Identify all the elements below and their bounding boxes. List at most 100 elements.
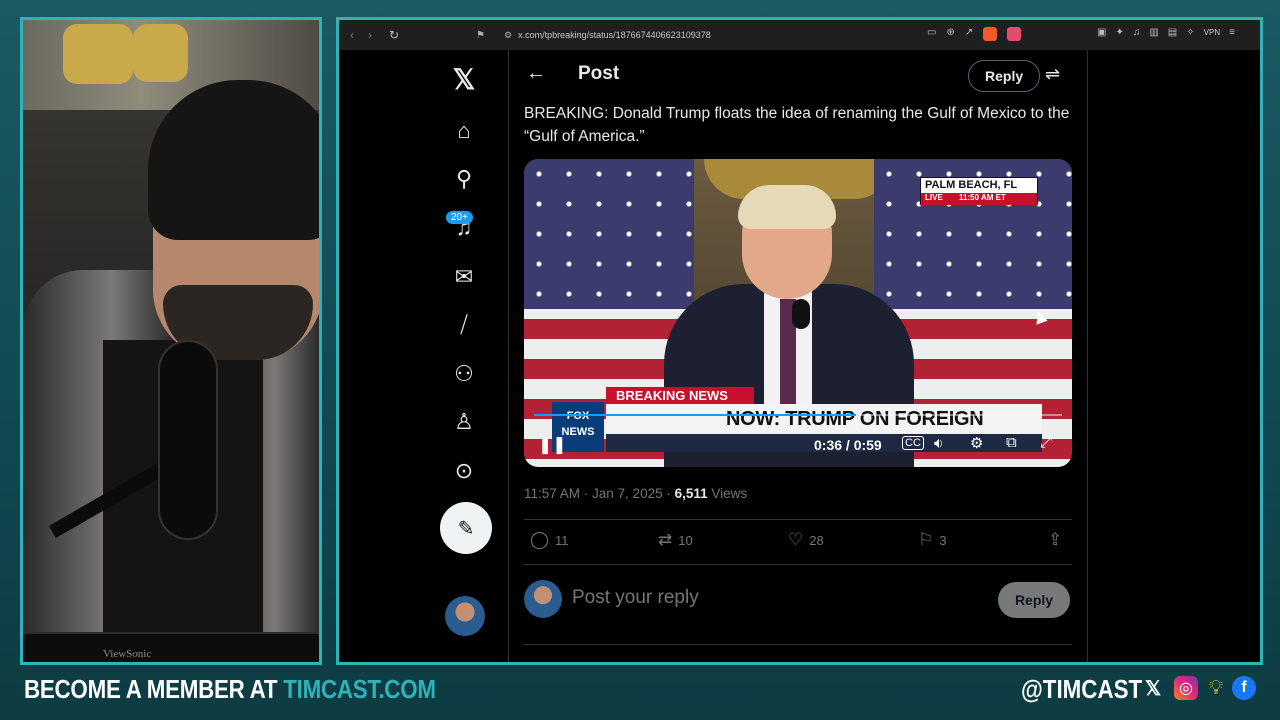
reply-button[interactable]: Reply [998,582,1070,618]
reply-composer: Reply [524,578,1072,622]
lightbulb-icon: 💡︎ [1209,676,1223,699]
video-progress-bar[interactable] [534,414,1062,416]
tweet-actions: ◯ 11 ⇄ 10 ♡ 28 ⚐ 3 ⇪ [524,520,1072,562]
bookmark-icon[interactable]: ⚑ [476,30,485,41]
post-header: ← Post Reply ⇌ [510,50,1088,100]
share-action[interactable]: ⇪ [1048,530,1062,550]
url-tools: ▭ ⊕ ↗ [927,27,1022,41]
views-label: Views [707,486,748,501]
video-time: 0:36 / 0:59 [814,437,882,453]
search-icon[interactable]: ⚲ [449,164,479,194]
tweet-text: BREAKING: Donald Trump floats the idea o… [524,105,1070,145]
cast-icon[interactable]: ▭ [927,27,936,41]
banner-prefix: BECOME A MEMBER AT [24,674,284,704]
reply-count: 11 [555,532,569,548]
video-player[interactable]: PALM BEACH, FL LIVE 11:50 AM ET BREAKING… [524,159,1072,467]
messages-icon[interactable]: ✉ [449,262,479,292]
bookmark-count: 3 [939,532,947,548]
handle-text: @TIMCAST [1021,674,1143,704]
like-action[interactable]: ♡ 28 [788,530,824,550]
repost-action[interactable]: ⇄ 10 [658,530,693,550]
webcam-feed: ViewSonic [20,17,322,665]
account-avatar[interactable] [445,596,485,636]
tweet-meta: 11:57 AM · Jan 7, 2025 · 6,511 Views [524,486,747,501]
pause-icon[interactable]: ❚❚ [538,435,567,455]
video-progress-fill [534,414,857,416]
extensions-bar: ▣ ✦ ♫ ▥ ▤ ✧ VPN ≡ [1097,27,1235,38]
brave-shields-icon[interactable] [983,27,998,41]
tweet-timestamp[interactable]: 11:57 AM · Jan 7, 2025 · [524,486,675,501]
sidebar-icon[interactable]: ▥ [1149,27,1158,38]
reply-action[interactable]: ◯ 11 [530,530,569,550]
vpn-button[interactable]: VPN [1204,28,1220,37]
captions-icon[interactable]: CC [902,436,924,450]
member-banner: BECOME A MEMBER AT TIMCAST.COM [24,674,436,705]
share-icon: ⇪ [1048,530,1063,549]
reload-icon[interactable]: ↻ [385,28,403,42]
x-sidebar: 𝕏 ⌂ ⚲ ♫ 20+ ✉ ⧸ ⚇ ♙ ⊙ ✎ [339,50,509,662]
puzzle-icon[interactable]: ✦ [1115,27,1123,38]
like-count: 28 [809,532,824,548]
views-count: 6,511 [674,486,708,501]
compose-post-icon[interactable]: ✎ [440,502,492,554]
more-icon[interactable]: ⊙ [449,456,479,486]
communities-icon[interactable]: ⚇ [449,359,479,389]
live-strip: LIVE 11:50 AM ET [921,193,1037,205]
live-time: 11:50 AM ET [959,193,1006,202]
forward-icon[interactable]: › [361,28,379,42]
location-text: PALM BEACH, FL [925,179,1018,191]
monitor [23,632,319,662]
bookmark-action[interactable]: ⚐ 3 [918,530,946,550]
browser-toolbar: ‹ › ↻ ⚑ ⚙ x.com/tpbreaking/status/187667… [339,20,1260,50]
page-title: Post [578,63,620,84]
profile-icon[interactable]: ♙ [449,407,479,437]
x-social-icon: 𝕏 [1144,677,1162,700]
settings-icon[interactable]: ⚙ [970,434,983,452]
popout-icon[interactable]: ⧉ [1006,434,1017,451]
reply-input[interactable] [572,587,932,609]
podium-mic [792,299,810,329]
divider [524,564,1072,565]
x-logo-icon[interactable]: 𝕏 [449,64,479,95]
divider [524,644,1072,645]
live-label: LIVE [925,193,943,202]
share-icon[interactable]: ↗ [965,27,973,41]
sliders-icon[interactable]: ⇌ [1045,64,1060,85]
browser-window: ‹ › ↻ ⚑ ⚙ x.com/tpbreaking/status/187667… [336,17,1263,665]
microphone [158,340,218,540]
heart-icon: ♡ [788,530,804,549]
repost-count: 10 [678,532,693,548]
fullscreen-icon[interactable]: ⤢ [1040,434,1052,451]
reply-icon: ◯ [530,530,550,549]
speaker-hair [738,185,836,229]
wallet-icon[interactable]: ▤ [1168,27,1177,38]
bookmark-icon: ⚐ [918,530,934,549]
sneaker [133,24,188,82]
back-arrow-icon[interactable]: ← [526,62,546,85]
banner-site: TIMCAST.COM [283,674,436,704]
leo-icon[interactable]: ✧ [1186,27,1194,38]
brave-rewards-icon[interactable] [1007,27,1022,41]
instagram-icon: ◎ [1174,676,1198,700]
video-controls: ❚❚ 0:36 / 0:59 CC 🔉︎ ⚙ ⧉ ⤢ [524,429,1072,461]
home-icon[interactable]: ⌂ [449,116,479,146]
volume-icon[interactable]: 🔉︎ [934,435,943,452]
notifications-badge: 20+ [446,211,473,224]
reply-header-button[interactable]: Reply [968,60,1041,92]
zoom-icon[interactable]: ⊕ [946,27,954,41]
x-page: 𝕏 ⌂ ⚲ ♫ 20+ ✉ ⧸ ⚇ ♙ ⊙ ✎ ← Post Reply ⇌ B… [339,50,1260,662]
grok-icon[interactable]: ⧸ [449,310,479,340]
music-icon[interactable]: ♫ [1133,27,1141,38]
monitor-brand: ViewSonic [103,648,152,660]
sneaker [63,24,133,84]
facebook-icon: f [1232,676,1256,700]
avatar [524,580,562,618]
repost-icon: ⇄ [658,530,673,549]
extension-b-icon[interactable]: ▣ [1097,27,1106,38]
address-bar[interactable]: ⚑ ⚙ x.com/tpbreaking/status/187667440662… [476,24,914,46]
url-text: x.com/tpbreaking/status/1876674406623109… [518,30,711,40]
menu-icon[interactable]: ≡ [1229,27,1235,38]
breaking-news-tag: BREAKING NEWS [606,387,754,404]
back-icon[interactable]: ‹ [343,28,361,42]
site-settings-icon[interactable]: ⚙ [504,30,512,41]
